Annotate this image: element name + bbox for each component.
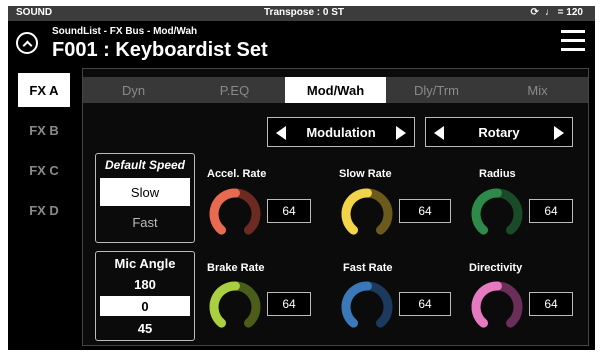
radius-label: Radius [479, 168, 516, 180]
chevron-up-icon [22, 40, 32, 50]
knob-level-arc [209, 188, 240, 235]
tab-peq[interactable]: P.EQ [184, 77, 285, 103]
tab-fx-d[interactable]: FX D [18, 193, 70, 227]
knob-level-arc [341, 188, 372, 235]
collapse-button[interactable] [16, 32, 38, 54]
fx-panel: Dyn P.EQ Mod/Wah Dly/Trm Mix Modulation … [82, 68, 589, 346]
tab-mod-wah[interactable]: Mod/Wah [285, 77, 386, 103]
fast-rate-knob[interactable] [339, 279, 395, 335]
fast-rate-label: Fast Rate [343, 262, 393, 274]
tab-fx-a[interactable]: FX A [18, 73, 70, 107]
synth-screen: SOUND Transpose : 0 ST ⟳ ♩ = 120 SoundLi… [8, 6, 595, 350]
breadcrumb: SoundList - FX Bus - Mod/Wah [52, 26, 198, 37]
default-speed-group: Default Speed Slow Fast [95, 153, 195, 243]
slow-rate-label: Slow Rate [339, 168, 392, 180]
tab-dly-trm[interactable]: Dly/Trm [386, 77, 487, 103]
fast-rate-value[interactable]: 64 [399, 292, 451, 316]
knob-level-arc [471, 281, 502, 328]
speed-slow-option[interactable]: Slow [100, 178, 190, 206]
slow-rate-knob[interactable] [339, 186, 395, 242]
mic-angle-group: Mic Angle 180 0 45 [95, 251, 195, 341]
brake-rate-label: Brake Rate [207, 262, 265, 274]
section-tabs: Dyn P.EQ Mod/Wah Dly/Trm Mix [83, 77, 588, 103]
knob-level-arc [209, 281, 240, 328]
effect-type-selector: Modulation [267, 117, 415, 147]
effect-model-value: Rotary [478, 125, 520, 140]
hamburger-icon [561, 30, 585, 33]
tempo-readout: ♩ = 120 [544, 7, 583, 18]
knob-level-arc [341, 281, 372, 328]
speed-fast-option[interactable]: Fast [100, 208, 190, 236]
directivity-label: Directivity [469, 262, 523, 274]
menu-button[interactable] [561, 30, 585, 52]
accel-rate-value[interactable]: 64 [267, 199, 311, 223]
page-title: F001 : Keyboardist Set [52, 39, 268, 61]
next-model-button[interactable] [554, 126, 564, 140]
tab-dyn[interactable]: Dyn [83, 77, 184, 103]
radius-value[interactable]: 64 [529, 199, 573, 223]
knob-level-arc [471, 188, 502, 235]
effect-type-value: Modulation [306, 125, 376, 140]
default-speed-title: Default Speed [104, 158, 185, 172]
slow-rate-value[interactable]: 64 [399, 199, 451, 223]
status-bar: SOUND Transpose : 0 ST ⟳ ♩ = 120 [8, 6, 595, 21]
directivity-value[interactable]: 64 [529, 292, 573, 316]
mic-angle-option[interactable]: 180 [100, 274, 190, 294]
metronome-icon: ⟳ [530, 7, 539, 18]
radius-knob[interactable] [469, 186, 525, 242]
brake-rate-knob[interactable] [207, 279, 263, 335]
header: SoundList - FX Bus - Mod/Wah F001 : Keyb… [8, 21, 595, 65]
tab-mix[interactable]: Mix [487, 77, 588, 103]
effect-model-selector: Rotary [425, 117, 573, 147]
tab-fx-b[interactable]: FX B [18, 113, 70, 147]
mic-angle-title: Mic Angle [114, 256, 176, 271]
mic-angle-option[interactable]: 45 [100, 318, 190, 338]
mode-label: SOUND [16, 7, 53, 18]
brake-rate-value[interactable]: 64 [267, 292, 311, 316]
next-type-button[interactable] [396, 126, 406, 140]
transpose-readout: Transpose : 0 ST [264, 7, 345, 18]
accel-rate-knob[interactable] [207, 186, 263, 242]
mic-angle-option-selected[interactable]: 0 [100, 296, 190, 316]
accel-rate-label: Accel. Rate [207, 168, 267, 180]
tab-fx-c[interactable]: FX C [18, 153, 70, 187]
directivity-knob[interactable] [469, 279, 525, 335]
